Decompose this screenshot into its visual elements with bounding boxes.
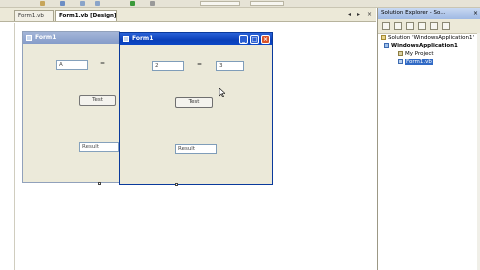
tree-item-my-project[interactable]: My Project — [398, 51, 434, 58]
redo-icon[interactable] — [95, 1, 100, 6]
form1-window[interactable]: Form1 _ □ × 2 = 3 Test Result — [119, 32, 273, 185]
class-diagram-icon[interactable] — [442, 22, 450, 30]
maximize-button[interactable]: □ — [250, 35, 259, 44]
start-debug-icon[interactable] — [130, 1, 135, 6]
toolbar-combo[interactable] — [200, 1, 240, 6]
textbox-a[interactable]: A — [56, 60, 88, 70]
find-icon[interactable] — [150, 1, 155, 6]
undo-icon[interactable] — [80, 1, 85, 6]
open-icon[interactable] — [60, 1, 65, 6]
textbox-2[interactable]: 3 — [216, 61, 244, 71]
properties-icon[interactable] — [382, 22, 390, 30]
cursor-icon — [219, 88, 225, 97]
resize-handle[interactable] — [175, 183, 178, 186]
tab-form1-design[interactable]: Form1.vb [Design] — [55, 10, 117, 21]
form1-client-area[interactable]: 2 = 3 Test Result — [123, 45, 269, 181]
main-toolbar — [0, 0, 480, 8]
equals-label: = — [197, 61, 203, 68]
result-textbox[interactable]: Result — [175, 144, 217, 154]
solution-explorer-title: Solution Explorer - So... — [381, 10, 446, 16]
result-textbox-back[interactable]: Result — [79, 142, 119, 152]
save-icon[interactable] — [40, 1, 45, 6]
view-designer-icon[interactable] — [430, 22, 438, 30]
resize-handle[interactable] — [98, 182, 101, 185]
tree-item-solution[interactable]: Solution 'WindowsApplication1' — [381, 35, 474, 42]
solution-explorer-toolbar — [378, 19, 480, 34]
tab-close-icon[interactable]: × — [366, 11, 373, 18]
textbox-1[interactable]: 2 — [152, 61, 184, 71]
toolbar-combo-2[interactable] — [250, 1, 284, 6]
solution-explorer-header[interactable]: Solution Explorer - So... × — [378, 8, 480, 19]
equals-label: = — [100, 60, 106, 67]
form1-window-back[interactable]: Form1 A = Test Result — [22, 31, 120, 183]
refresh-icon[interactable] — [406, 22, 414, 30]
folder-icon — [398, 51, 403, 56]
solution-icon — [381, 35, 386, 40]
form1-back-titlebar[interactable]: Form1 — [23, 32, 119, 44]
view-code-icon[interactable] — [418, 22, 426, 30]
minimize-button[interactable]: _ — [239, 35, 248, 44]
test-button-back[interactable]: Test — [79, 95, 116, 106]
test-button[interactable]: Test — [175, 97, 213, 108]
solution-explorer-panel: Solution Explorer - So... × Solution 'Wi… — [377, 8, 480, 270]
tab-form1-code[interactable]: Form1.vb — [14, 10, 54, 21]
form1-back-title: Form1 — [35, 34, 57, 41]
show-all-files-icon[interactable] — [394, 22, 402, 30]
form1-title: Form1 — [132, 35, 154, 42]
panel-close-icon[interactable]: × — [472, 10, 479, 17]
document-tab-strip: Form1.vb Form1.vb [Design] ◂ ▸ × — [0, 8, 376, 22]
tree-item-project[interactable]: WindowsApplication1 — [384, 43, 458, 50]
tab-scroll-right-icon[interactable]: ▸ — [355, 11, 362, 18]
form1-back-client[interactable]: A = Test Result — [26, 44, 119, 179]
project-icon — [384, 43, 389, 48]
tab-scroll-left-icon[interactable]: ◂ — [346, 11, 353, 18]
form-file-icon — [398, 59, 403, 64]
form-window-icon — [123, 36, 129, 42]
form1-titlebar[interactable]: Form1 _ □ × — [120, 33, 272, 45]
form-window-icon — [26, 35, 32, 41]
tree-item-form1[interactable]: Form1.vb — [398, 59, 433, 66]
close-button[interactable]: × — [261, 35, 270, 44]
